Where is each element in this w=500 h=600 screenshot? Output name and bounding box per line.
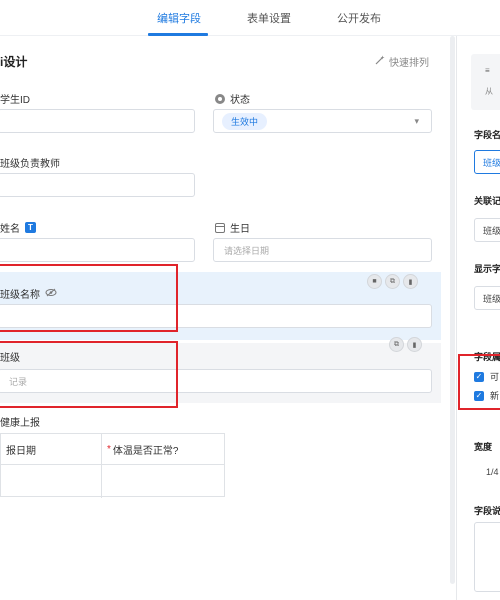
birthday-input[interactable]: 请选择日期: [213, 238, 432, 262]
related-select[interactable]: 班级: [474, 218, 500, 242]
canvas-title: i设计: [0, 55, 28, 69]
class-actions: ⧉ ▮: [389, 337, 422, 352]
name-input[interactable]: [0, 238, 195, 262]
health-report-table: 报日期 * 体温是否正常?: [0, 433, 225, 498]
status-icon: [215, 93, 225, 104]
name-label-text: 姓名: [0, 224, 20, 235]
copy-icon[interactable]: ⧉: [389, 337, 404, 352]
tab-edit-fields[interactable]: 编辑字段: [157, 10, 201, 26]
delete-icon[interactable]: ▮: [407, 337, 422, 352]
quick-sort-button[interactable]: 快速排列: [375, 54, 429, 69]
teacher-input[interactable]: [0, 173, 195, 197]
width-select[interactable]: 1/4: [474, 460, 500, 484]
teacher-label: 班级负责教师: [0, 155, 60, 170]
field-name-input[interactable]: 班级: [474, 150, 500, 174]
width-label: 宽度: [474, 442, 493, 452]
health-report-label-text: 健康上报: [0, 418, 40, 429]
annotation-box-class: [0, 341, 178, 408]
text-type-icon: T: [25, 222, 36, 233]
canvas-scrollbar[interactable]: [450, 36, 455, 584]
quick-sort-label: 快速排列: [389, 58, 429, 69]
calendar-icon: [215, 222, 225, 233]
student-id-input[interactable]: [0, 109, 195, 133]
field-type-snippet: 从: [485, 87, 493, 96]
birthday-label: 生日: [215, 220, 250, 235]
name-label: 姓名 T: [0, 220, 36, 235]
list-icon: ≡: [485, 66, 490, 75]
settings-icon[interactable]: ■: [367, 274, 382, 289]
table-header-temperature-text: 体温是否正常?: [112, 445, 179, 457]
health-report-label: 健康上报: [0, 414, 40, 429]
class-name-actions: ■ ⧉ ▮: [367, 274, 418, 289]
table-header-date: 报日期: [1, 434, 101, 465]
tab-form-settings[interactable]: 表单设置: [247, 10, 291, 26]
annotation-box-class-name: [0, 264, 178, 332]
form-canvas: i设计 快速排列 学生ID 状态 生效中 ▾ 班级负责教师 姓名 T 生日 请选…: [0, 36, 447, 600]
field-name-label: 字段名: [474, 130, 500, 140]
delete-icon[interactable]: ▮: [403, 274, 418, 289]
status-tag: 生效中: [222, 112, 268, 130]
tab-public-publish[interactable]: 公开发布: [337, 10, 381, 26]
annotation-box-permission: [458, 354, 500, 410]
status-label: 状态: [215, 91, 250, 106]
student-id-label: 学生ID: [0, 91, 30, 106]
description-label: 字段说: [474, 506, 500, 516]
display-field-label: 显示字: [474, 264, 500, 274]
field-type-card[interactable]: 从 ≡: [471, 54, 500, 110]
top-tab-bar: 编辑字段 表单设置 公开发布: [0, 0, 500, 36]
property-panel: 从 ≡ 字段名 班级 关联记 班级 显示字 班级 字段属 ✓ 可 ✓ 新 宽度 …: [456, 36, 500, 600]
table-divider: [101, 434, 102, 498]
teacher-label-text: 班级负责教师: [0, 159, 60, 170]
copy-icon[interactable]: ⧉: [385, 274, 400, 289]
chevron-down-icon: ▾: [414, 116, 419, 126]
status-select[interactable]: 生效中 ▾: [213, 109, 432, 133]
description-textarea[interactable]: [474, 522, 500, 592]
status-label-text: 状态: [230, 95, 250, 106]
display-field-select[interactable]: 班级: [474, 286, 500, 310]
magic-wand-icon: [375, 55, 385, 68]
student-id-label-text: 学生ID: [0, 95, 30, 106]
related-label: 关联记: [474, 196, 500, 206]
birthday-label-text: 生日: [230, 224, 250, 235]
table-header-temperature: * 体温是否正常?: [102, 434, 225, 465]
required-mark: *: [107, 443, 111, 455]
